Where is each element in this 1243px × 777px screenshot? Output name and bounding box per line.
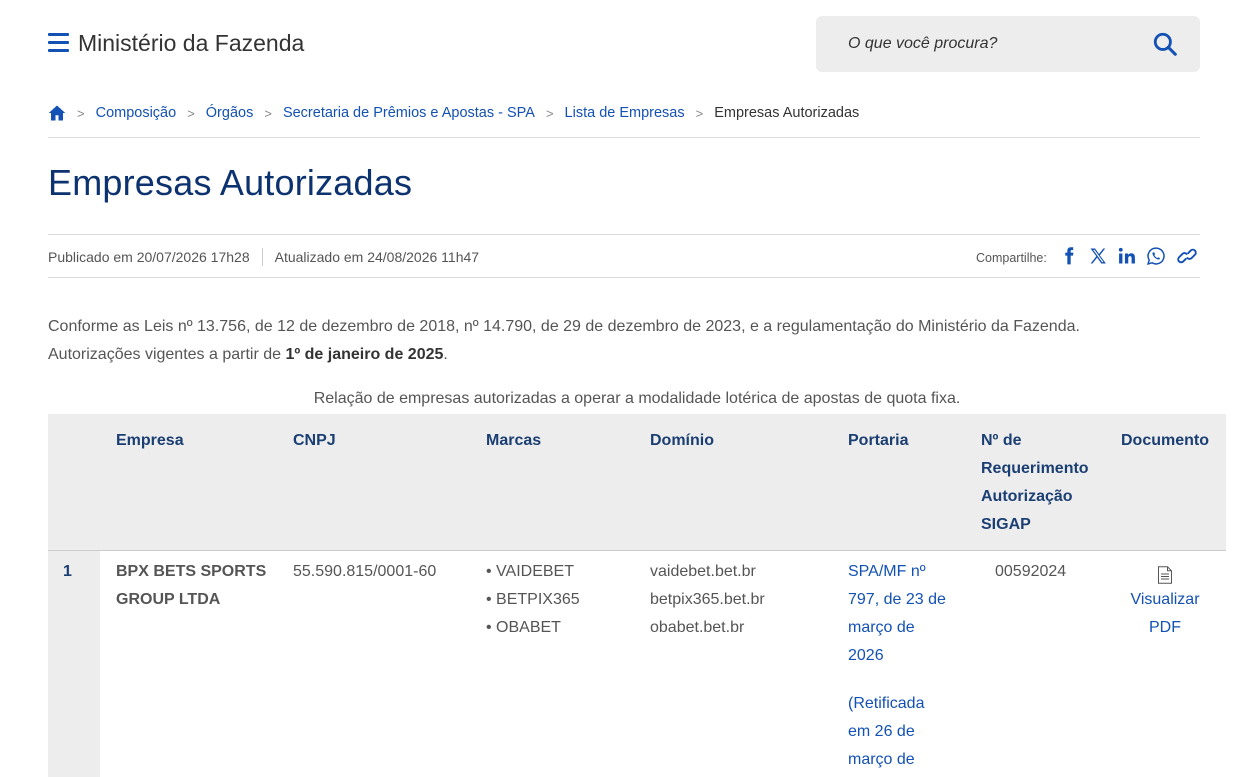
cell-cnpj: 55.590.815/0001-60 — [293, 563, 437, 580]
linkedin-icon[interactable] — [1117, 246, 1137, 266]
hamburger-menu-icon[interactable] — [48, 33, 69, 53]
whatsapp-icon[interactable] — [1146, 246, 1166, 266]
list-item: obabet.bet.br — [650, 619, 745, 636]
chevron-right-icon: > — [187, 105, 195, 121]
share-label: Compartilhe: — [976, 251, 1047, 265]
site-header: Ministério da Fazenda — [48, 16, 1200, 72]
intro-line-2: Autorizações vigentes a partir de 1º de … — [48, 346, 448, 363]
column-header-marcas: Marcas — [486, 432, 542, 449]
cell-marcas: • VAIDEBET • BETPIX365 • OBABET — [486, 558, 580, 642]
divider — [48, 234, 1200, 235]
x-twitter-icon[interactable] — [1088, 246, 1108, 266]
breadcrumb-link-orgaos[interactable]: Órgãos — [206, 105, 254, 121]
row-index: 1 — [63, 563, 72, 580]
list-item: vaidebet.bet.br — [650, 563, 756, 580]
site-title[interactable]: Ministério da Fazenda — [78, 30, 304, 57]
chevron-right-icon: > — [264, 105, 272, 121]
breadcrumb-current: Empresas Autorizadas — [714, 105, 860, 121]
column-header-dominio: Domínio — [650, 432, 714, 449]
meta-divider — [261, 248, 263, 266]
breadcrumb: > Composição > Órgãos > Secretaria de Pr… — [48, 102, 1200, 124]
intro-text: Conforme as Leis nº 13.756, de 12 de dez… — [48, 313, 1200, 369]
search-box — [816, 16, 1200, 72]
facebook-icon[interactable] — [1059, 246, 1079, 266]
cell-dominio: vaidebet.bet.br betpix365.bet.br obabet.… — [650, 558, 765, 642]
column-header-empresa: Empresa — [116, 432, 184, 449]
divider — [48, 137, 1200, 138]
table-caption: Relação de empresas autorizadas a operar… — [313, 390, 961, 407]
breadcrumb-link-lista-empresas[interactable]: Lista de Empresas — [565, 105, 685, 121]
updated-date: Atualizado em 24/08/2026 11h47 — [274, 249, 480, 265]
cell-requerimento: 00592024 — [995, 563, 1067, 580]
document-icon — [1158, 566, 1172, 584]
published-date: Publicado em 20/07/2026 17h28 — [48, 249, 250, 265]
chevron-right-icon: > — [77, 105, 85, 121]
search-icon[interactable] — [1152, 31, 1178, 57]
cell-empresa: BPX BETS SPORTS GROUP LTDA — [116, 563, 267, 608]
page-title: Empresas Autorizadas — [48, 162, 413, 203]
column-header-requerimento: Nº de Requerimento Autorização SIGAP — [981, 432, 1089, 533]
column-header-portaria: Portaria — [848, 432, 909, 449]
list-item: • OBABET — [486, 619, 561, 636]
retificada-link[interactable]: (Retificada em 26 de março de — [848, 690, 924, 774]
home-icon[interactable] — [48, 104, 66, 122]
chevron-right-icon: > — [695, 105, 704, 121]
portaria-link[interactable]: SPA/MF nº 797, de 23 de março de 2026 — [848, 558, 946, 670]
list-item: betpix365.bet.br — [650, 591, 765, 608]
list-item: • VAIDEBET — [486, 563, 574, 580]
column-header-cnpj: CNPJ — [293, 432, 336, 449]
publication-info: Publicado em 20/07/2026 17h28 Atualizado… — [48, 248, 479, 266]
breadcrumb-link-composicao[interactable]: Composição — [96, 105, 177, 121]
share-bar: Compartilhe: — [976, 244, 1199, 268]
effective-date: 1º de janeiro de 2025 — [285, 346, 444, 363]
visualizar-pdf-link[interactable]: Visualizar PDF — [1115, 566, 1215, 642]
row-index-cell — [48, 551, 100, 777]
copy-link-icon[interactable] — [1175, 246, 1199, 266]
list-item: • BETPIX365 — [486, 591, 580, 608]
breadcrumb-link-spa[interactable]: Secretaria de Prêmios e Apostas - SPA — [283, 105, 535, 121]
divider — [48, 277, 1200, 278]
search-input[interactable] — [848, 16, 1138, 72]
chevron-right-icon: > — [545, 105, 554, 121]
column-header-documento: Documento — [1121, 432, 1209, 449]
intro-line-1: Conforme as Leis nº 13.756, de 12 de dez… — [48, 318, 1080, 335]
